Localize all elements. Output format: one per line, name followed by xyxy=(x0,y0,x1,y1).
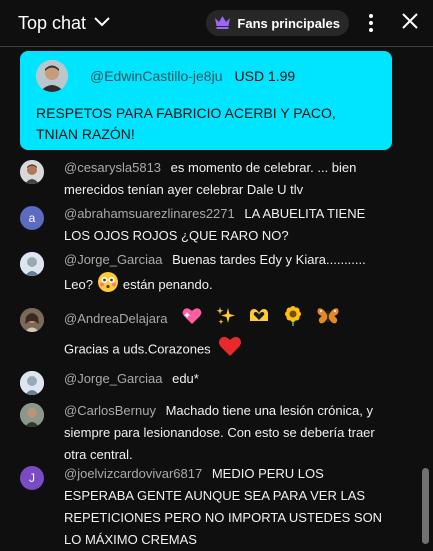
top-fans-label: Fans principales xyxy=(237,15,340,31)
message-author[interactable]: @CarlosBernuy xyxy=(64,403,156,418)
message-author[interactable]: @AndreaDelajara xyxy=(64,311,168,326)
chat-mode-dropdown[interactable]: Top chat xyxy=(18,13,110,34)
super-chat-card[interactable]: @EdwinCastillo-je8ju USD 1.99 RESPETOS P… xyxy=(20,51,392,150)
message-author[interactable]: @Jorge_Garciaa xyxy=(64,252,162,267)
avatar: J xyxy=(20,466,44,490)
chat-message[interactable]: a @abrahamsuarezlinares2271 LA ABUELITA … xyxy=(20,203,392,247)
chat-mode-title: Top chat xyxy=(18,12,87,33)
chat-message[interactable]: @Jorge_Garciaa Buenas tardes Edy y Kiara… xyxy=(20,249,392,300)
more-options-icon[interactable] xyxy=(363,14,379,32)
avatar xyxy=(20,160,44,184)
avatar: a xyxy=(20,206,44,230)
sparkles-emoji xyxy=(215,305,237,335)
chat-message[interactable]: @AndreaDelajara Gracias a uds.Corazones xyxy=(20,305,392,365)
avatar xyxy=(20,308,44,332)
red-heart-emoji xyxy=(218,335,242,365)
super-chat-author[interactable]: @EdwinCastillo-je8ju xyxy=(90,68,223,84)
chat-message[interactable]: @CarlosBernuy Machado tiene una lesión c… xyxy=(20,400,392,466)
message-author[interactable]: @cesarysla5813 xyxy=(64,160,161,175)
close-icon[interactable] xyxy=(401,12,419,35)
super-chat-message: RESPETOS PARA FABRICIO ACERBI Y PACO, TN… xyxy=(36,105,336,142)
avatar-letter: J xyxy=(29,471,35,485)
chat-header: Top chat Fans principales xyxy=(0,0,433,46)
avatar xyxy=(36,60,68,92)
avatar-letter: a xyxy=(28,211,36,225)
top-fans-button[interactable]: Fans principales xyxy=(206,10,349,36)
super-chat-amount: USD 1.99 xyxy=(234,68,296,84)
flushed-face-emoji xyxy=(97,271,119,300)
avatar xyxy=(20,252,44,276)
crown-icon xyxy=(214,15,231,32)
sparkling-heart-emoji xyxy=(181,305,203,335)
message-author[interactable]: @joelvizcardovivar6817 xyxy=(64,466,202,481)
header-divider xyxy=(0,46,433,47)
message-text: edu* xyxy=(172,371,199,386)
message-author[interactable]: @Jorge_Garciaa xyxy=(64,371,162,386)
heart-hands-emoji xyxy=(248,305,270,335)
chat-scrollbar[interactable] xyxy=(422,468,429,544)
chat-message[interactable]: J @joelvizcardovivar6817 MEDIO PERU LOS … xyxy=(20,463,392,551)
sunflower-emoji xyxy=(282,305,304,335)
message-author[interactable]: @abrahamsuarezlinares2271 xyxy=(64,206,235,221)
message-text-continued: están penando. xyxy=(122,276,213,292)
avatar xyxy=(20,403,44,427)
chat-message[interactable]: @cesarysla5813 es momento de celebrar. .… xyxy=(20,157,392,201)
chevron-down-icon xyxy=(94,14,110,32)
message-text: Gracias a uds.Corazones xyxy=(64,341,211,357)
avatar xyxy=(20,371,44,395)
chat-message[interactable]: @Jorge_Garciaa edu* xyxy=(20,368,392,395)
butterfly-emoji xyxy=(316,305,340,335)
